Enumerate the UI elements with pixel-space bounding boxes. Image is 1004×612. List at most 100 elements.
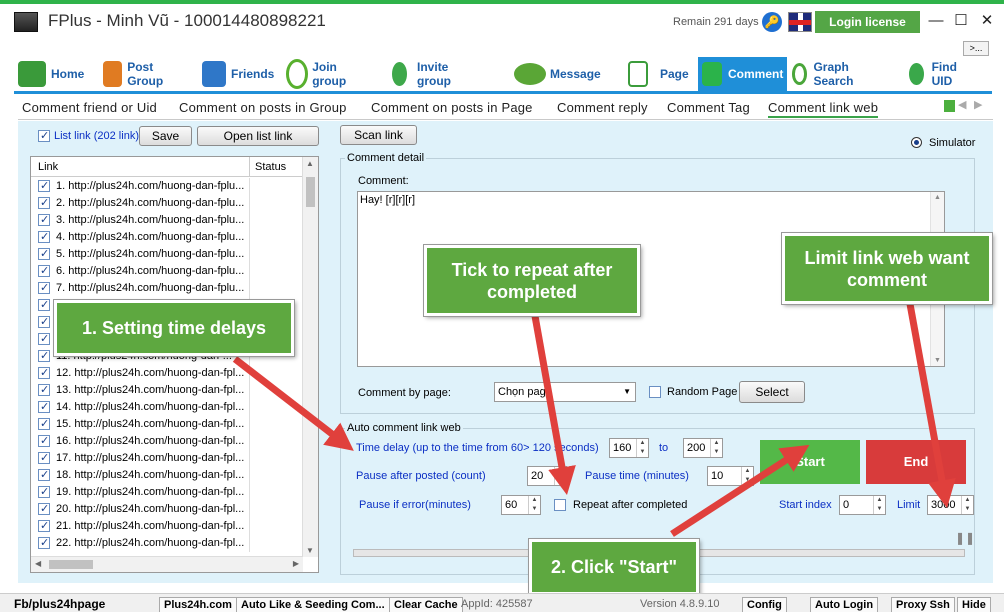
start-index-stepper[interactable]: 0 ▲ ▼ bbox=[839, 495, 886, 515]
nav-join-group[interactable]: Join group bbox=[286, 57, 354, 91]
row-checkbox[interactable] bbox=[38, 434, 50, 447]
row-checkbox[interactable] bbox=[38, 230, 50, 243]
auto-login-button[interactable]: Auto Login bbox=[810, 597, 879, 612]
stepper-arrows-icon[interactable]: ▲ ▼ bbox=[741, 467, 753, 485]
login-license-button[interactable]: Login license bbox=[815, 11, 920, 33]
row-checkbox[interactable] bbox=[38, 383, 50, 396]
tab-scroll-arrows[interactable]: ◀ ▶ bbox=[944, 98, 992, 114]
row-checkbox[interactable] bbox=[38, 315, 50, 328]
nav-page[interactable]: Page bbox=[628, 57, 689, 91]
row-checkbox[interactable] bbox=[38, 400, 50, 413]
row-checkbox[interactable] bbox=[38, 332, 50, 345]
table-row[interactable]: 17. http://plus24h.com/huong-dan-fpl... bbox=[31, 450, 303, 467]
start-button[interactable]: Start bbox=[760, 440, 860, 484]
stepper-arrows-icon[interactable]: ▲ ▼ bbox=[528, 496, 540, 514]
nav-comment[interactable]: Comment bbox=[698, 57, 787, 91]
nav-friends[interactable]: Friends bbox=[202, 57, 274, 91]
table-row[interactable]: 16. http://plus24h.com/huong-dan-fpl... bbox=[31, 433, 303, 450]
row-checkbox[interactable] bbox=[38, 519, 50, 532]
table-row[interactable]: 5. http://plus24h.com/huong-dan-fplu... bbox=[31, 246, 303, 263]
facebook-page-link[interactable]: Fb/plus24hpage bbox=[14, 597, 105, 612]
comment-scroll-down-icon[interactable]: ▼ bbox=[934, 357, 941, 364]
table-row[interactable]: 6. http://plus24h.com/huong-dan-fplu... bbox=[31, 263, 303, 280]
proxy-ssh-button[interactable]: Proxy Ssh bbox=[891, 597, 955, 612]
row-checkbox[interactable] bbox=[38, 366, 50, 379]
random-page-checkbox[interactable] bbox=[649, 386, 661, 398]
tab-comment-reply[interactable]: Comment reply bbox=[557, 100, 648, 115]
tab-comment-page[interactable]: Comment on posts in Page bbox=[371, 100, 533, 115]
tab-comment-friend[interactable]: Comment friend or Uid bbox=[22, 100, 157, 115]
save-button[interactable]: Save bbox=[139, 126, 192, 146]
english-flag-icon[interactable] bbox=[788, 12, 812, 32]
table-row[interactable]: 14. http://plus24h.com/huong-dan-fpl... bbox=[31, 399, 303, 416]
simulator-radio[interactable] bbox=[911, 137, 922, 148]
table-row[interactable]: 13. http://plus24h.com/huong-dan-fpl... bbox=[31, 382, 303, 399]
row-checkbox[interactable] bbox=[38, 213, 50, 226]
plus24h-link[interactable]: Plus24h.com bbox=[159, 597, 237, 612]
table-row[interactable]: 7. http://plus24h.com/huong-dan-fplu... bbox=[31, 280, 303, 297]
nav-message[interactable]: Message bbox=[514, 57, 601, 91]
config-button[interactable]: Config bbox=[742, 597, 787, 612]
pause-time-stepper[interactable]: 10 ▲ ▼ bbox=[707, 466, 754, 486]
pause-count-stepper[interactable]: 20 ▲ ▼ bbox=[527, 466, 567, 486]
row-checkbox[interactable] bbox=[38, 349, 50, 362]
row-checkbox[interactable] bbox=[38, 247, 50, 260]
table-row[interactable]: 3. http://plus24h.com/huong-dan-fplu... bbox=[31, 212, 303, 229]
stepper-arrows-icon[interactable]: ▲ ▼ bbox=[554, 467, 566, 485]
tab-comment-group[interactable]: Comment on posts in Group bbox=[179, 100, 347, 115]
row-checkbox[interactable] bbox=[38, 536, 50, 549]
tab-scroll-right-icon[interactable]: ▶ bbox=[974, 98, 982, 111]
nav-find-uid[interactable]: Find UID bbox=[909, 57, 964, 91]
select-page-button[interactable]: Select bbox=[739, 381, 805, 403]
table-row[interactable]: 12. http://plus24h.com/huong-dan-fpl... bbox=[31, 365, 303, 382]
column-link[interactable]: Link bbox=[38, 161, 58, 173]
row-checkbox[interactable] bbox=[38, 451, 50, 464]
table-horizontal-scrollbar[interactable]: ◀ ▶ bbox=[31, 556, 303, 572]
scroll-left-icon[interactable]: ◀ bbox=[35, 559, 41, 568]
table-row[interactable]: 1. http://plus24h.com/huong-dan-fplu... bbox=[31, 178, 303, 195]
end-button[interactable]: End bbox=[866, 440, 966, 484]
stepper-arrows-icon[interactable]: ▲ ▼ bbox=[961, 496, 973, 514]
stepper-arrows-icon[interactable]: ▲ ▼ bbox=[873, 496, 885, 514]
repeat-after-completed-checkbox[interactable] bbox=[554, 499, 566, 511]
pause-icon[interactable]: ❚❚ bbox=[955, 531, 975, 545]
scroll-thumb[interactable] bbox=[306, 177, 315, 207]
row-checkbox[interactable] bbox=[38, 196, 50, 209]
table-row[interactable]: 15. http://plus24h.com/huong-dan-fpl... bbox=[31, 416, 303, 433]
delay-to-stepper[interactable]: 200 ▲ ▼ bbox=[683, 438, 723, 458]
table-row[interactable]: 21. http://plus24h.com/huong-dan-fpl... bbox=[31, 518, 303, 535]
table-row[interactable]: 18. http://plus24h.com/huong-dan-fpl... bbox=[31, 467, 303, 484]
hide-button[interactable]: Hide bbox=[957, 597, 991, 612]
column-status[interactable]: Status bbox=[255, 161, 286, 173]
scroll-down-icon[interactable]: ▼ bbox=[306, 546, 314, 555]
row-checkbox[interactable] bbox=[38, 281, 50, 294]
tab-comment-link-web[interactable]: Comment link web bbox=[768, 100, 879, 118]
more-tabs-button[interactable]: >... bbox=[963, 41, 989, 56]
nav-invite-group[interactable]: Invite group bbox=[392, 57, 460, 91]
clear-cache-button[interactable]: Clear Cache bbox=[389, 597, 463, 612]
maximize-button[interactable]: ☐ bbox=[947, 10, 975, 32]
table-row[interactable]: 2. http://plus24h.com/huong-dan-fplu... bbox=[31, 195, 303, 212]
scroll-right-icon[interactable]: ▶ bbox=[293, 559, 299, 568]
hscroll-thumb[interactable] bbox=[49, 560, 93, 569]
stepper-arrows-icon[interactable]: ▲ ▼ bbox=[636, 439, 648, 457]
scroll-up-icon[interactable]: ▲ bbox=[306, 159, 314, 168]
limit-stepper[interactable]: 3000 ▲ ▼ bbox=[927, 495, 974, 515]
row-checkbox[interactable] bbox=[38, 264, 50, 277]
delay-from-stepper[interactable]: 160 ▲ ▼ bbox=[609, 438, 649, 458]
scan-link-button[interactable]: Scan link bbox=[340, 125, 417, 145]
pause-error-stepper[interactable]: 60 ▲ ▼ bbox=[501, 495, 541, 515]
page-select[interactable]: Chọn page ▼ bbox=[494, 382, 636, 402]
table-row[interactable]: 4. http://plus24h.com/huong-dan-fplu... bbox=[31, 229, 303, 246]
table-row[interactable]: 19. http://plus24h.com/huong-dan-fpl... bbox=[31, 484, 303, 501]
key-icon[interactable]: 🔑 bbox=[762, 12, 782, 32]
row-checkbox[interactable] bbox=[38, 417, 50, 430]
tab-scroll-left-icon[interactable]: ◀ bbox=[958, 98, 966, 111]
tab-comment-tag[interactable]: Comment Tag bbox=[667, 100, 750, 115]
comment-scroll-up-icon[interactable]: ▲ bbox=[934, 194, 941, 201]
auto-like-seeding-link[interactable]: Auto Like & Seeding Com... bbox=[236, 597, 390, 612]
row-checkbox[interactable] bbox=[38, 502, 50, 515]
row-checkbox[interactable] bbox=[38, 468, 50, 481]
nav-post-group[interactable]: Post Group bbox=[103, 57, 172, 91]
stepper-arrows-icon[interactable]: ▲ ▼ bbox=[710, 439, 722, 457]
